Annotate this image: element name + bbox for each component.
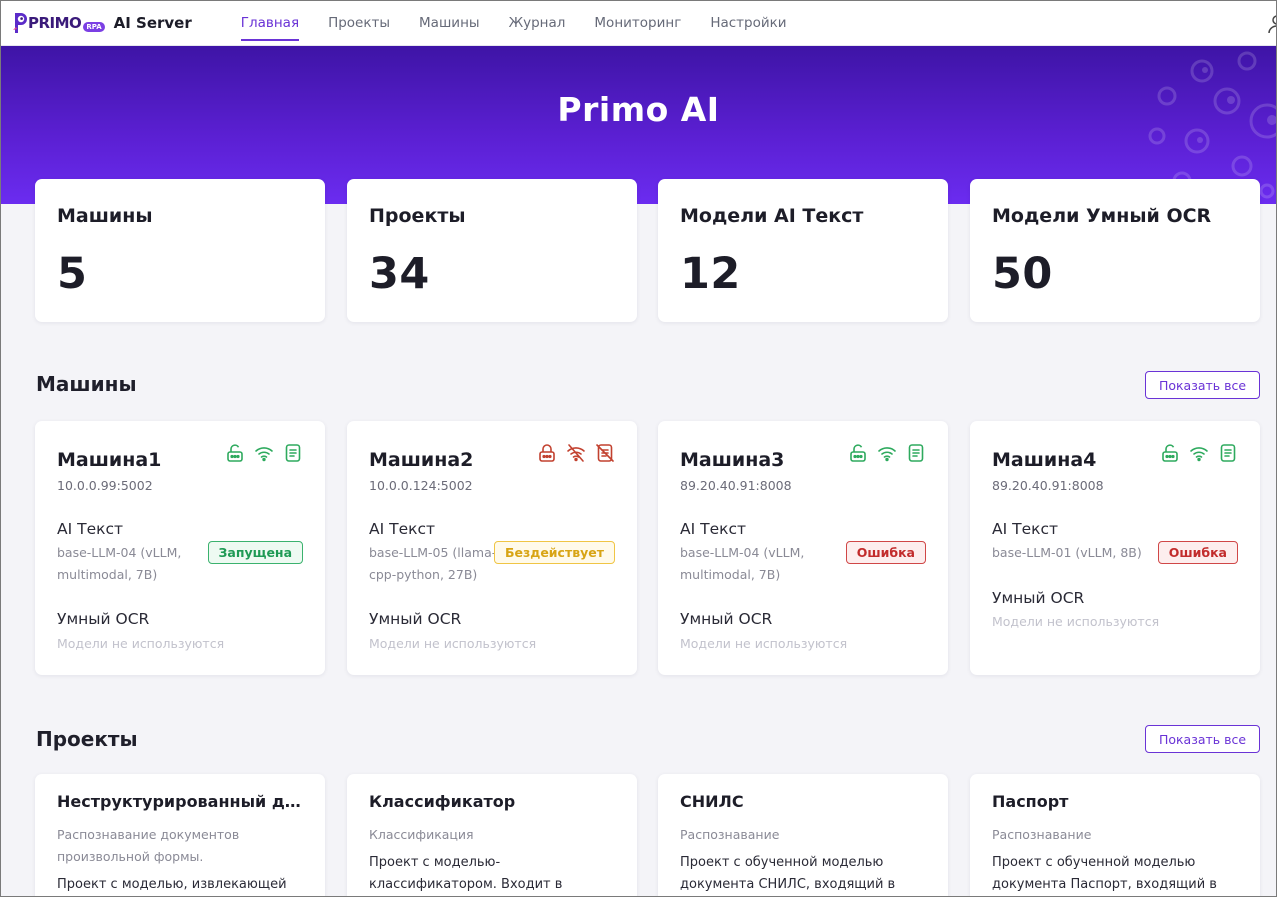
project-category: Распознавание документов произвольной фо… [57,827,240,864]
machine-status-icons [1160,443,1238,463]
stat-card-ai-text-models[interactable]: Модели AI Текст 12 [658,179,948,322]
machine-status-icons [537,443,615,463]
project-description: Проект с обученной моделью документа Пас… [992,855,1217,892]
machine-address: 89.20.40.91:8008 [680,478,792,493]
status-badge: Бездействует [493,541,615,564]
ai-text-model: base-LLM-01 (vLLM, 8B) [992,545,1142,560]
project-card[interactable]: СНИЛС Распознавание Проект с обученной м… [658,774,948,897]
wifi-icon [254,443,274,463]
stat-value: 12 [680,249,741,299]
app-title: AI Server [113,13,192,32]
stat-card-projects[interactable]: Проекты 34 [347,179,637,322]
machine-card[interactable]: Машина4 89.20.40.91:8008 AI Текст base-L… [970,421,1260,675]
document-off-icon [595,443,615,463]
project-category: Распознавание [992,827,1092,842]
ocr-label: Умный OCR [369,610,462,628]
machines-section-title: Машины [36,372,137,396]
ocr-label: Умный OCR [680,610,773,628]
nav-journal[interactable]: Журнал [509,0,566,46]
status-badge: Запущена [207,541,303,564]
machine-status-icons [848,443,926,463]
machine-name: Машина4 [992,449,1097,471]
project-card[interactable]: Классификатор Классификация Проект с мод… [347,774,637,897]
ai-text-model: base-LLM-05 (llama-cpp-python, 27B) [369,545,497,582]
lock-closed-icon [537,443,557,463]
ocr-label: Умный OCR [57,610,150,628]
project-name: Неструктурированный документ [57,792,303,811]
projects-section-title: Проекты [36,727,138,751]
project-description: Проект с моделью-классификатором. Входит… [369,855,563,892]
stat-label: Машины [57,205,153,227]
nav-settings[interactable]: Настройки [710,0,786,46]
stat-card-ocr-models[interactable]: Модели Умный OCR 50 [970,179,1260,322]
machine-status-icons [225,443,303,463]
machines-show-all-button[interactable]: Показать все [1145,371,1260,399]
status-badge: Ошибка [845,541,926,564]
project-name: СНИЛС [680,792,744,811]
projects-show-all-button[interactable]: Показать все [1145,725,1260,753]
nav-home[interactable]: Главная [240,0,300,46]
project-name: Паспорт [992,792,1069,811]
project-description: Проект с моделью, извлекающей [57,877,287,892]
ai-text-model: base-LLM-04 (vLLM, multimodal, 7B) [57,545,182,582]
document-icon [906,443,926,463]
top-navigation-bar: PRIMO RPA AI Server Главная Проекты Маши… [0,0,1277,46]
wifi-icon [877,443,897,463]
stat-value: 5 [57,249,88,299]
lock-open-icon [1160,443,1180,463]
hero-title: Primo AI [557,90,720,129]
project-card[interactable]: Неструктурированный документ Распознаван… [35,774,325,897]
stat-card-machines[interactable]: Машины 5 [35,179,325,322]
document-icon [1218,443,1238,463]
logo-wordmark: PRIMO [28,13,82,32]
main-nav: Главная Проекты Машины Журнал Мониторинг… [240,0,816,46]
machine-address: 10.0.0.124:5002 [369,478,473,493]
machine-name: Машина2 [369,449,474,471]
nav-machines[interactable]: Машины [419,0,480,46]
project-category: Классификация [369,827,474,842]
project-description: Проект с обученной моделью документа СНИ… [680,855,896,892]
ocr-models-empty: Модели не используются [992,614,1160,629]
project-category: Распознавание [680,827,780,842]
primo-logo-icon [12,11,28,35]
machine-card[interactable]: Машина2 10.0.0.124:5002 AI Текст base-LL… [347,421,637,675]
project-name: Классификатор [369,792,516,811]
machine-address: 10.0.0.99:5002 [57,478,153,493]
wifi-icon [1189,443,1209,463]
nav-projects[interactable]: Проекты [328,0,390,46]
nav-monitoring[interactable]: Мониторинг [594,0,681,46]
user-icon[interactable] [1267,14,1277,34]
logo-rpa-badge: RPA [83,21,105,32]
ai-text-label: AI Текст [992,520,1059,538]
ai-text-label: AI Текст [680,520,747,538]
ocr-models-empty: Модели не используются [680,636,848,651]
machine-name: Машина1 [57,449,162,471]
machine-address: 89.20.40.91:8008 [992,478,1104,493]
project-card[interactable]: Паспорт Распознавание Проект с обученной… [970,774,1260,897]
ai-text-label: AI Текст [369,520,436,538]
stat-value: 34 [369,249,430,299]
ocr-models-empty: Модели не используются [369,636,537,651]
ocr-models-empty: Модели не используются [57,636,225,651]
machine-card[interactable]: Машина3 89.20.40.91:8008 AI Текст base-L… [658,421,948,675]
status-badge: Ошибка [1157,541,1238,564]
stat-label: Модели Умный OCR [992,205,1212,227]
stat-label: Модели AI Текст [680,205,864,227]
lock-open-icon [225,443,245,463]
ai-text-label: AI Текст [57,520,124,538]
stat-label: Проекты [369,205,466,227]
logo[interactable]: PRIMO RPA [12,11,105,35]
lock-open-icon [848,443,868,463]
stat-value: 50 [992,249,1053,299]
ocr-label: Умный OCR [992,589,1085,607]
machine-card[interactable]: Машина1 10.0.0.99:5002 AI Текст base-LLM… [35,421,325,675]
machine-name: Машина3 [680,449,785,471]
wifi-off-icon [566,443,586,463]
ai-text-model: base-LLM-04 (vLLM, multimodal, 7B) [680,545,805,582]
document-icon [283,443,303,463]
